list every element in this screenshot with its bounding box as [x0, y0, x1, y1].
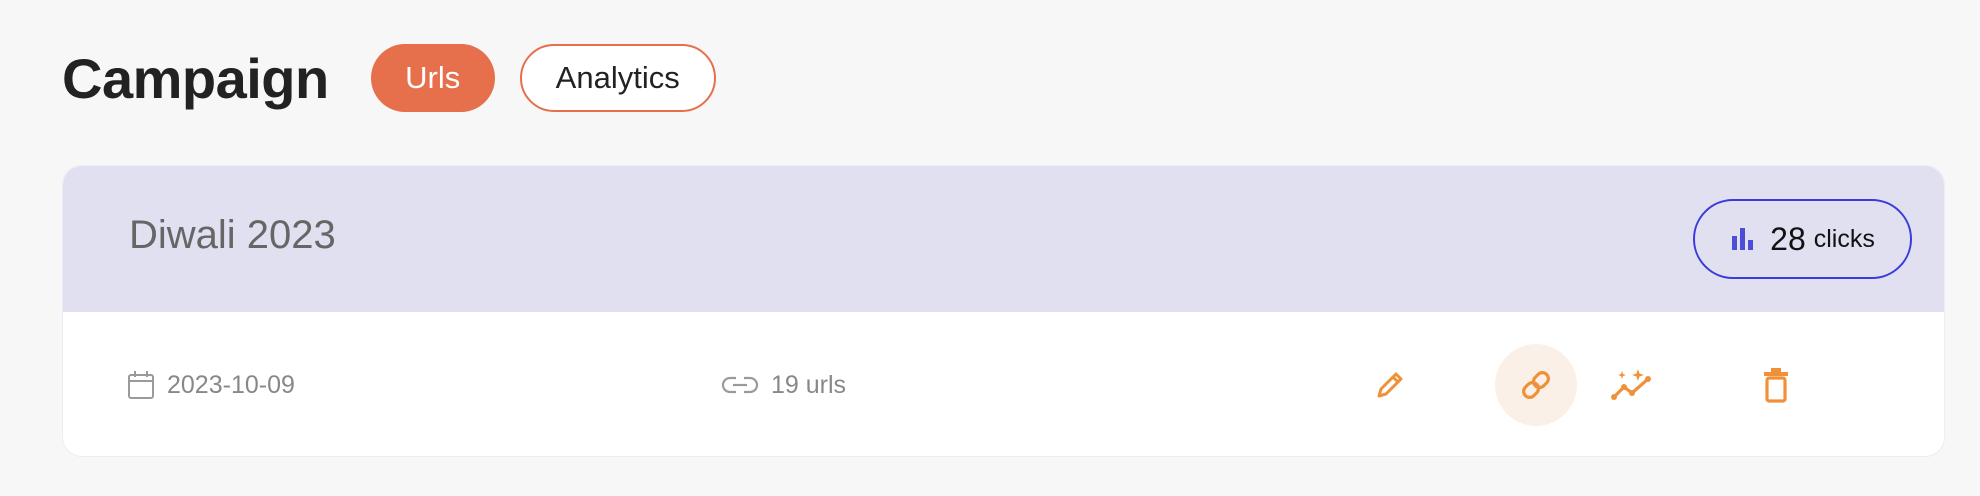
chain-link-icon — [721, 375, 759, 395]
tab-urls[interactable]: Urls — [370, 44, 495, 112]
campaign-card-body: 2023-10-09 19 urls — [63, 312, 1944, 456]
trash-icon — [1762, 367, 1790, 403]
page-header: Campaign Urls Analytics — [62, 44, 716, 112]
bar-chart-icon — [1730, 226, 1756, 252]
analytics-button[interactable] — [1591, 344, 1673, 426]
campaign-date-text: 2023-10-09 — [167, 370, 295, 399]
copy-link-button[interactable] — [1495, 344, 1577, 426]
campaign-card: Diwali 2023 28 clicks 2023-10-09 19 urls — [62, 165, 1945, 457]
link-icon — [1518, 367, 1554, 403]
clicks-button[interactable]: 28 clicks — [1693, 199, 1912, 279]
tab-analytics[interactable]: Analytics — [519, 44, 716, 112]
campaign-urls-count: 19 urls — [721, 312, 847, 456]
campaign-date: 2023-10-09 — [127, 312, 295, 456]
campaign-card-header: Diwali 2023 28 clicks — [63, 166, 1944, 312]
clicks-label: clicks — [1813, 224, 1875, 253]
edit-button[interactable] — [1349, 344, 1431, 426]
calendar-icon — [127, 370, 155, 400]
campaign-urls-text: 19 urls — [771, 370, 847, 399]
clicks-count: 28 — [1770, 220, 1806, 257]
page-title: Campaign — [62, 46, 329, 110]
edit-icon — [1374, 369, 1406, 401]
campaign-name: Diwali 2023 — [129, 213, 336, 257]
delete-button[interactable] — [1735, 344, 1817, 426]
analytics-sparkle-icon — [1610, 367, 1654, 403]
